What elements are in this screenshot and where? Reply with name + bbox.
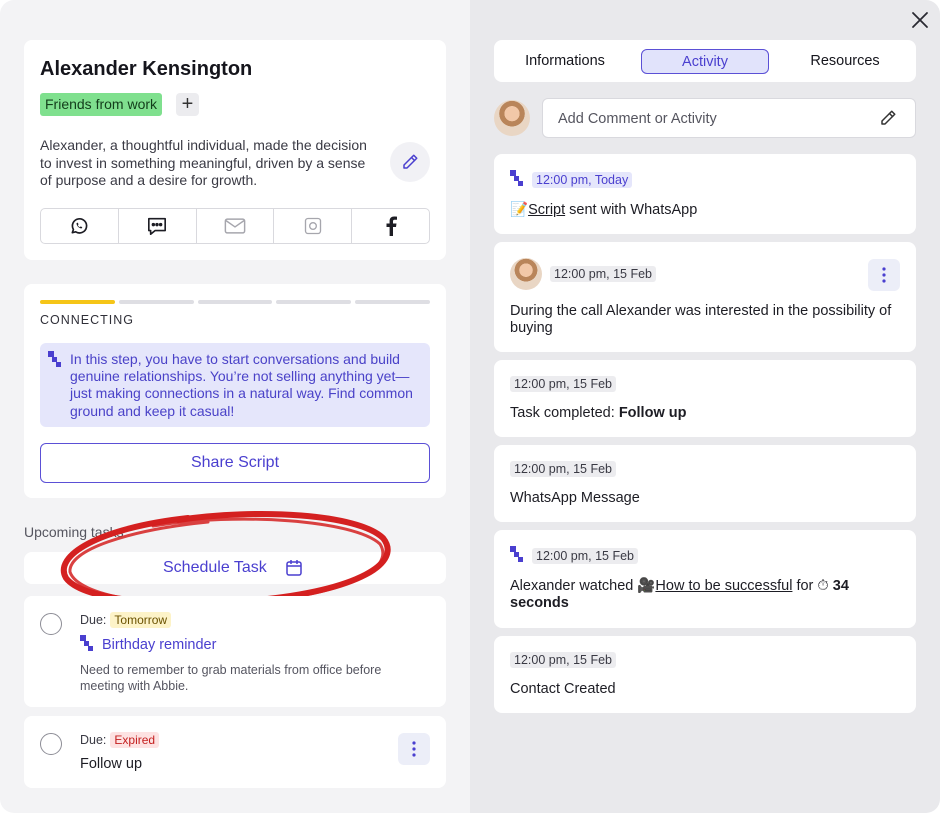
step-label: CONNECTING xyxy=(40,313,135,327)
task-note: Need to remember to grab materials from … xyxy=(80,663,382,693)
activity-time: 12:00 pm, 15 Feb xyxy=(510,376,616,392)
script-link[interactable]: Script xyxy=(528,202,565,218)
hand-drawn-circle-annotation xyxy=(60,511,391,607)
author-avatar xyxy=(510,258,542,290)
pencil-icon xyxy=(403,154,418,169)
brand-logo-icon xyxy=(48,351,61,367)
activity-text: WhatsApp Message xyxy=(510,490,640,506)
brand-logo-icon xyxy=(80,635,93,651)
due-label: Due: xyxy=(80,733,107,747)
task-title[interactable]: Follow up xyxy=(80,756,142,772)
close-icon[interactable] xyxy=(910,10,930,30)
activity-text-rest: sent with WhatsApp xyxy=(565,202,698,218)
step-info-box: In this step, you have to start conversa… xyxy=(40,343,430,427)
activity-text: Contact Created xyxy=(510,681,616,697)
due-badge: Expired xyxy=(110,732,160,748)
activity-item: 12:00 pm, 15 Feb Contact Created xyxy=(494,636,916,713)
facebook-button[interactable] xyxy=(352,209,429,243)
more-vertical-icon xyxy=(412,741,416,757)
activity-text: 📝Script sent with WhatsApp xyxy=(510,202,900,219)
channel-bar xyxy=(40,208,430,244)
contact-name: Alexander Kensington xyxy=(40,58,253,80)
task-complete-checkbox[interactable] xyxy=(40,733,62,755)
activity-item: 12:00 pm, 15 Feb Task completed: Follow … xyxy=(494,360,916,437)
activity-item: 12:00 pm, 15 Feb WhatsApp Message xyxy=(494,445,916,522)
progress-segment xyxy=(276,300,352,304)
step-progress xyxy=(40,300,430,304)
activity-mid: for xyxy=(792,578,818,594)
activity-item: 12:00 pm, 15 Feb During the call Alexand… xyxy=(494,242,916,352)
progress-segment xyxy=(197,300,273,304)
video-camera-emoji-icon: 🎥 xyxy=(637,578,656,594)
tab-bar: Informations Activity Resources xyxy=(494,40,916,82)
task-title[interactable]: Birthday reminder xyxy=(102,637,216,653)
task-due: Due: Tomorrow xyxy=(80,612,172,628)
whatsapp-button[interactable] xyxy=(41,209,119,243)
sms-button[interactable] xyxy=(119,209,197,243)
tab-activity[interactable]: Activity xyxy=(641,49,769,74)
progress-segment xyxy=(118,300,194,304)
comment-placeholder: Add Comment or Activity xyxy=(558,111,717,127)
activity-text: Task completed: Follow up xyxy=(510,405,900,422)
activity-item: 12:00 pm, Today 📝Script sent with WhatsA… xyxy=(494,154,916,234)
email-button[interactable] xyxy=(197,209,275,243)
activity-text: During the call Alexander was interested… xyxy=(510,303,892,336)
more-vertical-icon xyxy=(882,267,886,283)
facebook-icon xyxy=(386,216,397,236)
contact-tag[interactable]: Friends from work xyxy=(40,93,163,116)
profile-card: Alexander Kensington Friends from work +… xyxy=(24,40,446,260)
step-info-text: In this step, you have to start conversa… xyxy=(70,351,413,419)
share-script-button[interactable]: Share Script xyxy=(40,443,430,483)
stopwatch-emoji-icon: ⏱ xyxy=(817,578,829,594)
message-icon xyxy=(148,217,167,235)
instagram-icon xyxy=(304,217,321,235)
due-label: Due: xyxy=(80,613,107,627)
task-menu-button[interactable] xyxy=(398,733,430,765)
memo-emoji-icon: 📝 xyxy=(510,202,529,218)
edit-description-button[interactable] xyxy=(390,142,430,182)
progress-segment xyxy=(40,300,115,304)
activity-bold: Follow up xyxy=(618,405,687,421)
activity-time: 12:00 pm, 15 Feb xyxy=(532,548,638,564)
activity-menu-button[interactable] xyxy=(868,259,900,291)
activity-time: 12:00 pm, Today xyxy=(532,172,633,188)
activity-prefix: Task completed: xyxy=(510,405,619,421)
brand-logo-icon xyxy=(510,170,523,186)
contact-description: Alexander, a thoughtful individual, made… xyxy=(40,137,367,188)
whatsapp-icon xyxy=(71,217,88,234)
task-item: Due: Expired Follow up xyxy=(24,716,446,788)
instagram-button[interactable] xyxy=(274,209,353,243)
activity-text: Alexander watched 🎥How to be successful … xyxy=(510,578,900,612)
activity-time: 12:00 pm, 15 Feb xyxy=(550,266,656,282)
activity-prefix: Alexander watched xyxy=(510,578,638,594)
tab-informations[interactable]: Informations xyxy=(510,49,620,74)
mail-icon xyxy=(224,218,246,234)
add-tag-button[interactable]: + xyxy=(176,93,199,116)
progress-segment xyxy=(355,300,430,304)
activity-time: 12:00 pm, 15 Feb xyxy=(510,461,616,477)
pipeline-step-card: CONNECTING In this step, you have to sta… xyxy=(24,284,446,498)
pencil-icon[interactable] xyxy=(879,109,897,127)
due-badge: Tomorrow xyxy=(110,612,172,628)
user-avatar xyxy=(494,100,530,136)
tab-resources[interactable]: Resources xyxy=(790,49,900,74)
brand-logo-icon xyxy=(510,546,523,562)
activity-item: 12:00 pm, 15 Feb Alexander watched 🎥How … xyxy=(494,530,916,628)
activity-time: 12:00 pm, 15 Feb xyxy=(510,652,616,668)
task-item: Due: Tomorrow Birthday reminder Need to r… xyxy=(24,596,446,707)
comment-input[interactable]: Add Comment or Activity xyxy=(542,98,916,138)
video-link[interactable]: How to be successful xyxy=(655,578,792,594)
task-complete-checkbox[interactable] xyxy=(40,613,62,635)
task-due: Due: Expired xyxy=(80,732,160,748)
